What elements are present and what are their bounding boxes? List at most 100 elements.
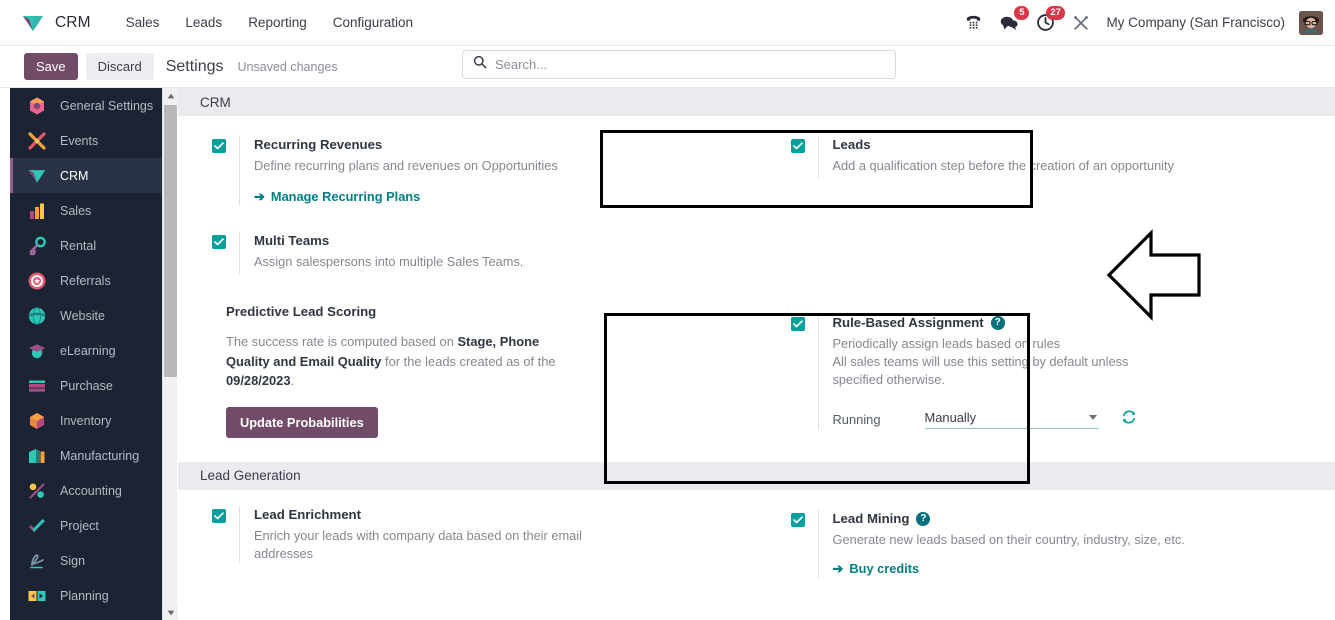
accounting-icon: [26, 480, 47, 501]
scroll-down-arrow-icon[interactable]: [163, 605, 178, 620]
sales-icon: [26, 200, 47, 221]
sidebar-item-label: Accounting: [60, 483, 122, 498]
page-title: Settings: [165, 57, 224, 75]
lead-generation-left-column: Lead Enrichment Enrich your leads with c…: [178, 490, 757, 578]
sidebar-item-label: Purchase: [60, 378, 113, 393]
help-icon[interactable]: ?: [990, 315, 1005, 330]
sidebar-item-purchase[interactable]: Purchase: [10, 368, 162, 403]
company-switcher[interactable]: My Company (San Francisco): [1106, 15, 1285, 30]
lead-enrichment-title: Lead Enrichment: [254, 506, 361, 522]
sidebar-item-label: CRM: [60, 168, 89, 183]
nav-link-leads[interactable]: Leads: [172, 9, 235, 36]
crm-diamond-logo-icon[interactable]: [20, 12, 46, 34]
help-icon[interactable]: ?: [916, 511, 931, 526]
buy-credits-label: Buy credits: [849, 561, 920, 577]
recurring-revenues-body: Recurring Revenues Define recurring plan…: [239, 136, 558, 206]
activities-badge: 27: [1045, 5, 1066, 20]
pls-bold-date: 09/28/2023: [226, 373, 291, 389]
save-button[interactable]: Save: [24, 53, 78, 80]
nav-link-reporting[interactable]: Reporting: [235, 9, 320, 36]
multi-teams-body: Multi Teams Assign salespersons into mul…: [239, 231, 524, 274]
sidebar-item-label: eLearning: [60, 343, 116, 358]
sidebar-item-sign[interactable]: Sign: [10, 543, 162, 578]
setting-lead-enrichment: Lead Enrichment Enrich your leads with c…: [178, 490, 757, 563]
sidebar-item-label: Events: [60, 133, 99, 148]
lead-mining-checkbox[interactable]: [790, 512, 805, 527]
running-label: Running: [832, 412, 881, 428]
sidebar-item-rental[interactable]: Rental: [10, 228, 162, 263]
discard-button[interactable]: Discard: [85, 53, 154, 80]
crm-icon: [26, 165, 47, 186]
messages-icon[interactable]: 5: [998, 5, 1030, 34]
recurring-revenues-checkbox[interactable]: [212, 139, 226, 153]
sidebar-item-events[interactable]: Events: [10, 123, 162, 158]
sidebar-item-label: Rental: [60, 238, 97, 253]
sidebar-item-label: Inventory: [60, 413, 112, 428]
rental-icon: [26, 235, 47, 256]
pls-text-1: The success rate is computed based on: [226, 333, 458, 349]
lead-enrichment-checkbox[interactable]: [212, 508, 226, 523]
recurring-revenues-desc: Define recurring plans and revenues on O…: [254, 157, 558, 173]
sidebar-item-label: Planning: [60, 588, 109, 603]
sidebar-item-elearning[interactable]: eLearning: [10, 333, 162, 368]
rule-based-assignment-title: Rule-Based Assignment ?: [833, 314, 1168, 332]
pls-text-2: for the leads created as of the: [381, 353, 556, 369]
sidebar-item-project[interactable]: Project: [10, 508, 162, 543]
purchase-icon: [26, 375, 47, 396]
multi-teams-desc: Assign salespersons into multiple Sales …: [254, 253, 524, 269]
voip-dialpad-icon[interactable]: [962, 12, 984, 34]
lead-mining-desc: Generate new leads based on their countr…: [832, 531, 1185, 547]
multi-teams-title: Multi Teams: [254, 232, 330, 248]
setting-multi-teams: Multi Teams Assign salespersons into mul…: [178, 206, 757, 274]
running-frequency-select[interactable]: Manually: [924, 410, 1099, 430]
sidebar-item-referrals[interactable]: Referrals: [10, 263, 162, 298]
navbar-systray: 5 27 My Company (San Francisco): [962, 5, 1335, 35]
debug-tools-icon[interactable]: [1070, 12, 1092, 34]
inventory-icon: [26, 410, 47, 431]
sidebar-item-manufacturing[interactable]: Manufacturing: [10, 438, 162, 473]
rule-based-assignment-label: Rule-Based Assignment: [832, 315, 984, 330]
settings-content: CRM Recurring Revenues Define recurring …: [178, 88, 1335, 620]
nav-link-configuration[interactable]: Configuration: [320, 9, 426, 36]
manage-recurring-plans-link[interactable]: ➔ Manage Recurring Plans: [254, 189, 420, 205]
scroll-up-arrow-icon[interactable]: [163, 88, 178, 103]
settings-sidebar: General Settings Events CRM Sales Rental…: [10, 88, 162, 620]
sidebar-item-website[interactable]: Website: [10, 298, 162, 333]
rule-based-assignment-checkbox[interactable]: [790, 317, 805, 331]
search-input[interactable]: [495, 57, 885, 72]
sidebar-scrollbar[interactable]: [162, 88, 178, 620]
user-avatar[interactable]: [1299, 10, 1323, 35]
predictive-lead-scoring-title: Predictive Lead Scoring: [226, 303, 377, 319]
search-icon: [473, 55, 487, 74]
sidebar-item-label: Referrals: [60, 273, 111, 288]
search-bar[interactable]: [462, 50, 896, 79]
events-icon: [26, 130, 47, 151]
navbar-menu: Sales Leads Reporting Configuration: [113, 9, 426, 36]
lead-mining-label: Lead Mining: [832, 510, 910, 526]
sidebar-scrollbar-thumb[interactable]: [164, 105, 177, 377]
running-row: Running Manually: [833, 409, 1168, 430]
recurring-revenues-title: Recurring Revenues: [254, 137, 383, 152]
buy-credits-link[interactable]: ➔ Buy credits: [833, 561, 920, 577]
multi-teams-checkbox[interactable]: [212, 234, 226, 249]
refresh-icon[interactable]: [1121, 409, 1137, 430]
sidebar-item-accounting[interactable]: Accounting: [10, 473, 162, 508]
app-name[interactable]: CRM: [55, 14, 91, 32]
sidebar-item-label: General Settings: [60, 98, 154, 113]
nav-link-sales[interactable]: Sales: [113, 9, 173, 36]
sidebar-item-label: Website: [60, 308, 105, 323]
sidebar-item-general-settings[interactable]: General Settings: [10, 88, 162, 123]
activities-clock-icon[interactable]: 27: [1034, 5, 1066, 34]
rule-based-assignment-desc-1: Periodically assign leads based on rules: [832, 335, 1061, 351]
general-settings-icon: [26, 95, 47, 116]
leads-checkbox[interactable]: [790, 139, 805, 153]
update-probabilities-button[interactable]: Update Probabilities: [226, 406, 378, 438]
sidebar-item-inventory[interactable]: Inventory: [10, 403, 162, 438]
sidebar-item-crm[interactable]: CRM: [10, 158, 162, 193]
sidebar-item-label: Manufacturing: [60, 448, 140, 463]
running-frequency-value: Manually: [924, 410, 977, 426]
rule-based-assignment-body: Rule-Based Assignment ? Periodically ass…: [817, 314, 1168, 431]
sidebar-item-sales[interactable]: Sales: [10, 193, 162, 228]
arrow-right-icon: ➔: [832, 560, 844, 576]
sidebar-item-planning[interactable]: Planning: [10, 578, 162, 613]
